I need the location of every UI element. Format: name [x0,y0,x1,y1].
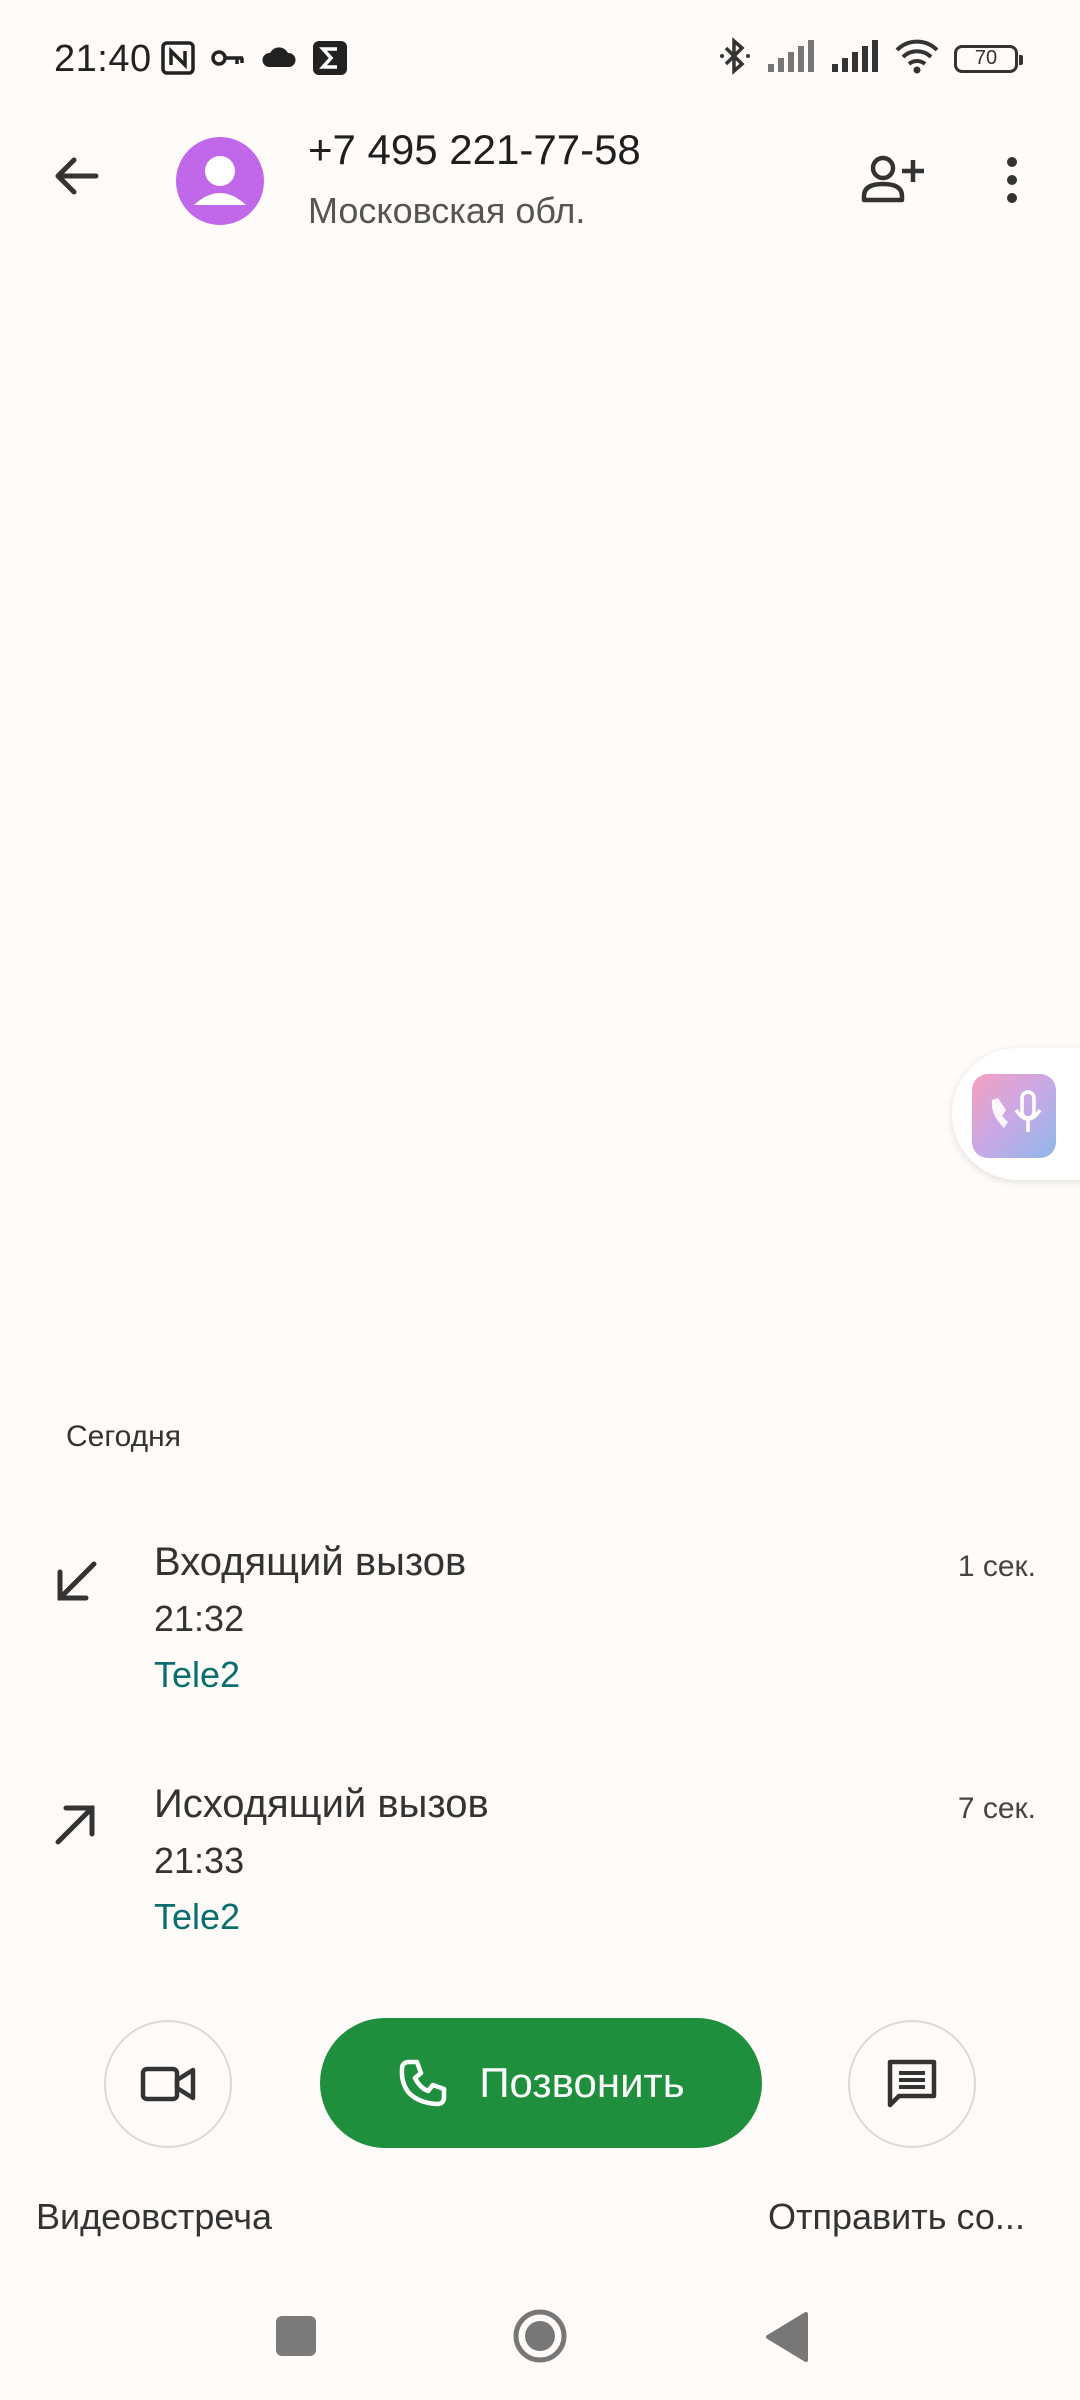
call-type: Исходящий вызов [154,1782,489,1826]
triangle-back-icon [766,2312,808,2362]
nfc-icon [160,40,196,81]
message-icon [887,2059,937,2108]
call-type: Входящий вызов [154,1540,467,1584]
status-right-icons: 70 [718,36,1023,81]
call-recorder-icon [972,1074,1056,1158]
nav-back-button[interactable] [762,2310,812,2364]
call-network: Tele2 [154,1896,241,1937]
video-call-label: Видеовстреча [36,2196,273,2237]
call-button-label: Позвонить [479,2059,685,2106]
send-message-button[interactable] [848,2020,976,2148]
back-button[interactable] [40,140,112,212]
send-message-label: Отправить со... [768,2196,1025,2237]
cloud-icon [260,40,298,81]
outgoing-arrow-icon [44,1792,108,1856]
call-history-row[interactable]: Входящий вызов 21:32 Tele2 1 сек. [0,1520,1080,1720]
wifi-icon [894,38,940,79]
person-icon [194,156,246,205]
history-date-label: Сегодня [66,1420,181,1453]
floating-assistant-bubble[interactable] [952,1048,1080,1180]
call-time: 21:32 [154,1598,245,1639]
signal-icon [830,38,880,79]
person-add-icon [861,155,924,203]
battery-icon: 70 [954,44,1023,73]
signal-icon [766,38,816,79]
arrow-left-icon [55,157,99,195]
more-options-button[interactable] [982,142,1042,218]
contact-region: Московская обл. [308,190,586,231]
call-duration: 7 сек. [957,1792,1036,1825]
home-circle-icon [513,2309,567,2363]
video-call-button[interactable] [104,2020,232,2148]
recent-apps-button[interactable] [276,2316,316,2356]
more-vert-icon [1007,157,1017,203]
home-button[interactable] [512,2308,568,2364]
phone-icon [399,2059,447,2107]
call-network: Tele2 [154,1654,241,1695]
status-left-icons [160,40,348,81]
vpn-key-icon [210,40,246,81]
status-time: 21:40 [54,38,152,80]
bluetooth-icon [718,36,752,81]
call-time: 21:33 [154,1840,245,1881]
add-contact-button[interactable] [856,142,932,218]
call-duration: 1 сек. [957,1550,1036,1583]
incoming-arrow-icon [44,1550,108,1614]
avatar[interactable] [176,137,264,225]
call-button[interactable]: Позвонить [320,2018,762,2148]
sigma-icon [312,40,348,81]
contact-phone-number: +7 495 221-77-58 [308,126,641,173]
videocam-icon [140,2066,196,2102]
battery-level: 70 [974,47,998,69]
call-history-row[interactable]: Исходящий вызов 21:33 Tele2 7 сек. [0,1762,1080,1962]
call-details-screen: 21:40 70 +7 495 221-77-58 Московская обл… [0,0,1080,2400]
